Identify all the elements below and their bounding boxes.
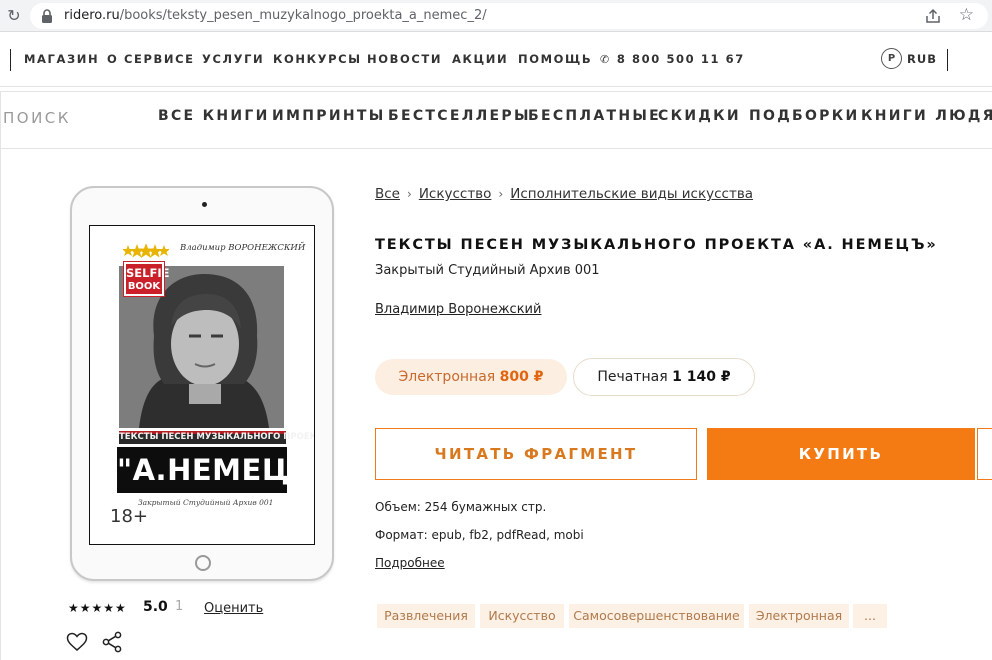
tag-more[interactable]: ... [853, 604, 887, 628]
rate-link[interactable]: Оценить [204, 601, 263, 616]
cat-books-for-people[interactable]: КНИГИ ЛЮДЯМ [861, 108, 992, 124]
tablet-camera [202, 202, 207, 207]
cat-collections[interactable]: ПОДБОРКИ [749, 108, 859, 124]
read-fragment-button[interactable]: ЧИТАТЬ ФРАГМЕНТ [375, 428, 697, 480]
bookmark-star-icon[interactable]: ☆ [959, 5, 974, 25]
breadcrumb-all[interactable]: Все [375, 186, 400, 202]
breadcrumb: Все › Искусство › Исполнительские виды искус… [375, 186, 753, 202]
tablet-home-button [195, 555, 211, 571]
cover-project-name: "А.НЕМЕЦЪ" [117, 447, 314, 493]
share-icon[interactable] [101, 631, 123, 653]
more-details-link[interactable]: Подробнее [375, 556, 445, 570]
cat-discounts[interactable]: СКИДКИ [658, 108, 741, 124]
url-text[interactable]: ridero.ru/books/teksty_pesen_muzykalnogo… [64, 8, 487, 23]
book-format: Формат: epub, fb2, pdfRead, mobi [375, 528, 584, 542]
category-nav: ПОИСК ВСЕ КНИГИ ИМПРИНТЫ БЕСТСЕЛЛЕРЫ БЕС… [0, 91, 992, 149]
page-title: ТЕКСТЫ ПЕСЕН МУЗЫКАЛЬНОГО ПРОЕКТА «А. НЕ… [375, 237, 938, 253]
rating-stars-icon: ★★★★★ [68, 601, 127, 615]
nav-divider [10, 49, 11, 71]
browser-toolbar: ↻ ridero.ru/books/teksty_pesen_muzykalno… [0, 0, 992, 32]
tag-electronic[interactable]: Электронная [749, 604, 849, 628]
author-link[interactable]: Владимир Воронежский [375, 302, 541, 317]
cat-imprints[interactable]: ИМПРИНТЫ [272, 108, 386, 124]
nav-item-about[interactable]: О СЕРВИСЕ [107, 52, 195, 66]
lock-icon[interactable] [40, 8, 54, 24]
content-border [0, 149, 1, 660]
cover-subtitle: Закрытый Студийный Архив 001 [138, 498, 274, 507]
rating-count: 1 [175, 599, 184, 614]
nav-item-shop[interactable]: МАГАЗИН [24, 52, 99, 66]
rating-value: 5.0 [143, 599, 168, 615]
share-page-icon[interactable] [924, 7, 942, 25]
cat-free[interactable]: БЕСПЛАТНЫЕ [528, 108, 661, 124]
nav-phone[interactable]: ✆ 8 800 500 11 67 [600, 52, 745, 66]
heart-icon[interactable] [66, 632, 88, 652]
breadcrumb-art[interactable]: Искусство [419, 186, 492, 202]
nav-item-help[interactable]: ПОМОЩЬ [518, 52, 592, 66]
nav-item-contests[interactable]: КОНКУРСЫ [273, 52, 362, 66]
reload-icon[interactable]: ↻ [4, 6, 24, 26]
price-print-label: Печатная [597, 369, 668, 385]
next-button-edge[interactable] [977, 428, 992, 480]
book-subtitle: Закрытый Студийный Архив 001 [375, 263, 600, 278]
badge-bottom: BOOK [127, 281, 161, 292]
address-bar[interactable]: ridero.ru/books/teksty_pesen_muzykalnogo… [30, 3, 988, 29]
price-electronic-option[interactable]: Электронная 800 ₽ [375, 359, 567, 395]
price-print-option[interactable]: Печатная 1 140 ₽ [573, 358, 755, 396]
breadcrumb-performing-arts[interactable]: Исполнительские виды искусства [510, 186, 753, 202]
url-path: /books/teksty_pesen_muzykalnogo_proekta_… [119, 8, 487, 23]
top-nav: МАГАЗИН О СЕРВИСЕ УСЛУГИ КОНКУРСЫ НОВОСТ… [0, 33, 992, 87]
nav-divider [947, 49, 948, 71]
currency-selector[interactable]: RUB [907, 52, 937, 66]
book-cover[interactable]: Владимир ВОРОНЕЖСКИЙ SELFIE BOOK ТЕКСТЫ П… [89, 225, 315, 545]
tag-self-improvement[interactable]: Самосовершенствование [569, 604, 744, 628]
chevron-right-icon: › [407, 187, 412, 201]
badge-top: SELFIE [126, 266, 170, 280]
cat-bestsellers[interactable]: БЕСТСЕЛЛЕРЫ [388, 108, 531, 124]
age-rating: 18+ [110, 506, 148, 527]
search-input[interactable]: ПОИСК [3, 109, 71, 127]
book-volume: Объем: 254 бумажных стр. [375, 500, 547, 514]
nav-item-services[interactable]: УСЛУГИ [202, 52, 264, 66]
phone-icon: ✆ [600, 53, 611, 66]
selfie-book-badge: SELFIE BOOK [123, 261, 169, 297]
price-electronic-value: 800 ₽ [499, 369, 544, 385]
nav-item-promotions[interactable]: АКЦИИ [452, 52, 508, 66]
cover-author: Владимир ВОРОНЕЖСКИЙ [180, 243, 306, 253]
tag-art[interactable]: Искусство [480, 604, 564, 628]
ruble-icon[interactable]: P [881, 48, 902, 69]
phone-number: 8 800 500 11 67 [616, 52, 745, 66]
url-host: ridero.ru [64, 8, 120, 23]
cat-all-books[interactable]: ВСЕ КНИГИ [158, 108, 270, 124]
chevron-right-icon: › [498, 187, 504, 201]
cover-stars-icon [123, 244, 169, 258]
tag-entertainment[interactable]: Развлечения [377, 604, 475, 628]
price-electronic-label: Электронная [398, 369, 496, 385]
cover-band-text: ТЕКСТЫ ПЕСЕН МУЗЫКАЛЬНОГО ПРОЕКТА [119, 432, 315, 442]
buy-button[interactable]: КУПИТЬ [707, 428, 975, 480]
nav-item-news[interactable]: НОВОСТИ [367, 52, 442, 66]
cover-title-band: ТЕКСТЫ ПЕСЕН МУЗЫКАЛЬНОГО ПРОЕКТА [119, 431, 314, 444]
price-print-value: 1 140 ₽ [672, 369, 731, 385]
